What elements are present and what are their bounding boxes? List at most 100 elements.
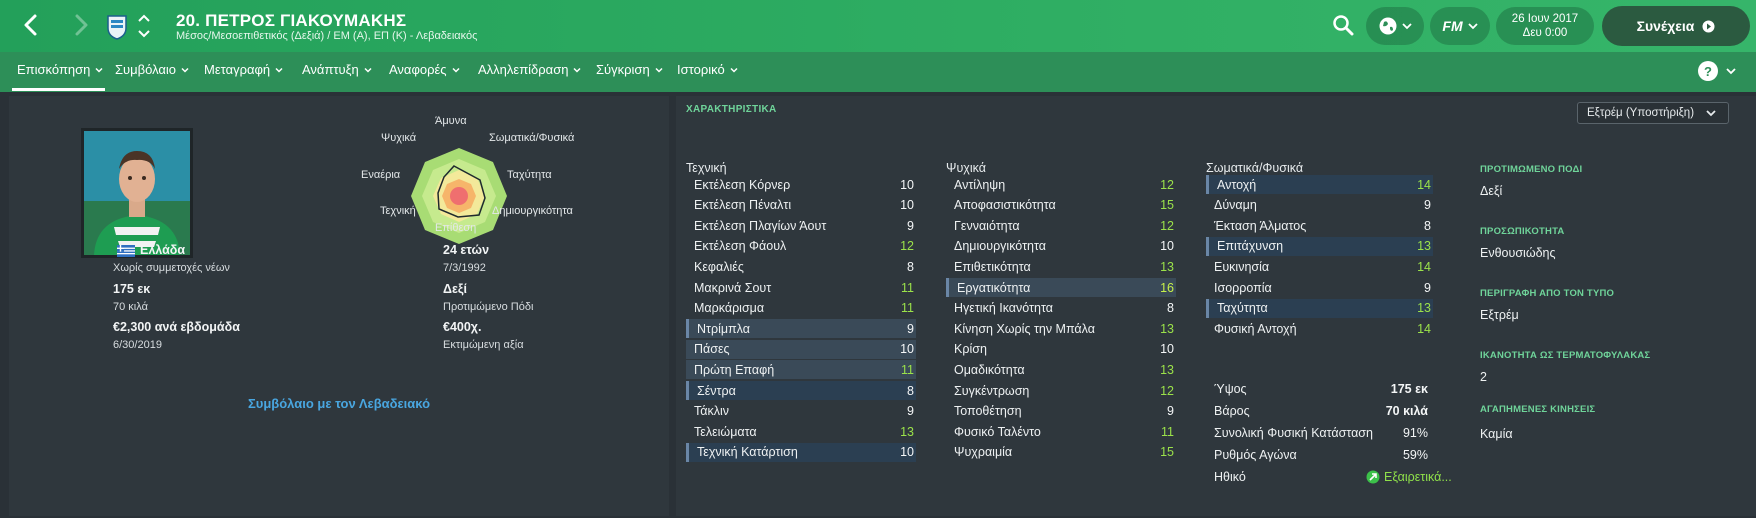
physical-attribute-row[interactable]: Επιτάχυνση 13 bbox=[1206, 236, 1433, 256]
mental-attribute-row[interactable]: Γενναιότητα 12 bbox=[946, 216, 1176, 235]
stat-height-value: 175 εκ bbox=[1390, 382, 1428, 396]
technical-attribute-row[interactable]: Σέντρα 8 bbox=[686, 381, 916, 400]
physical-attribute-row[interactable]: Αντοχή 14 bbox=[1206, 175, 1433, 194]
attribute-name: Έκταση Άλματος bbox=[1214, 218, 1307, 233]
technical-attribute-row[interactable]: Ντρίμπλα 9 bbox=[686, 319, 916, 339]
physical-header: Σωματικά/Φυσικά bbox=[1206, 161, 1304, 175]
help-icon[interactable]: ? bbox=[1698, 61, 1718, 81]
continue-button[interactable]: Συνέχεια bbox=[1602, 6, 1750, 46]
tab-transfer[interactable]: Μεταγραφή bbox=[204, 62, 283, 77]
technical-attribute-row[interactable]: Μαρκάρισμα 11 bbox=[686, 299, 916, 318]
tab-reports[interactable]: Αναφορές bbox=[389, 62, 460, 77]
technical-attribute-row[interactable]: Εκτέλεση Φάουλ 12 bbox=[686, 237, 916, 256]
attribute-value: 12 bbox=[1160, 177, 1174, 192]
role-select[interactable]: Εξτρέμ (Υποστήριξη) bbox=[1577, 102, 1729, 124]
attribute-value: 14 bbox=[1417, 259, 1431, 274]
tab-contract[interactable]: Συμβόλαιο bbox=[115, 62, 189, 77]
mental-attribute-row[interactable]: Συγκέντρωση 12 bbox=[946, 381, 1176, 400]
attribute-value: 10 bbox=[900, 342, 914, 357]
game-date-display[interactable]: 26 Ιουν 2017 Δευ 0:00 bbox=[1496, 7, 1594, 45]
personality-value[interactable]: Ενθουσιώδης bbox=[1480, 246, 1556, 260]
tab-overview[interactable]: Επισκόπηση bbox=[17, 62, 103, 77]
physical-attribute-row[interactable]: Δύναμη 9 bbox=[1206, 196, 1433, 215]
attribute-name: Ευκινησία bbox=[1214, 259, 1270, 274]
attribute-name: Εκτέλεση Πέναλτι bbox=[694, 198, 792, 213]
contract-link[interactable]: Συμβόλαιο με τον Λεβαδειακό bbox=[9, 396, 669, 411]
stat-morale-label: Ηθικό bbox=[1214, 470, 1246, 484]
technical-attribute-row[interactable]: Τάκλιν 9 bbox=[686, 402, 916, 421]
stat-morale[interactable]: Εξαιρετικά... bbox=[1366, 470, 1452, 484]
role-select-value: Εξτρέμ (Υποστήριξη) bbox=[1587, 107, 1695, 119]
forward-arrow-icon bbox=[75, 14, 88, 36]
chevron-down-icon bbox=[1467, 23, 1478, 30]
tab-interaction[interactable]: Αλληλεπίδραση bbox=[478, 62, 581, 77]
mental-attribute-row[interactable]: Επιθετικότητα 13 bbox=[946, 257, 1176, 276]
attribute-value: 8 bbox=[1424, 218, 1431, 233]
fm-menu-button[interactable]: FM bbox=[1430, 7, 1490, 45]
mental-attribute-row[interactable]: Κίνηση Χωρίς την Μπάλα 13 bbox=[946, 319, 1176, 338]
mental-attribute-row[interactable]: Ψυχραιμία 15 bbox=[946, 443, 1176, 462]
technical-attribute-row[interactable]: Πάσες 10 bbox=[686, 339, 916, 359]
mental-attribute-row[interactable]: Δημιουργικότητα 10 bbox=[946, 237, 1176, 256]
attribute-name: Αντίληψη bbox=[954, 177, 1006, 192]
club-badge-icon[interactable] bbox=[106, 14, 128, 40]
mental-attribute-row[interactable]: Ηγετική Ικανότητα 8 bbox=[946, 299, 1176, 318]
estimated-value: €400χ. bbox=[443, 320, 482, 334]
technical-attribute-row[interactable]: Μακρινά Σουτ 11 bbox=[686, 278, 916, 297]
chevron-down-icon bbox=[452, 67, 460, 73]
back-button[interactable] bbox=[18, 11, 46, 39]
preferred-moves-value[interactable]: Καμία bbox=[1480, 427, 1513, 441]
chevron-down-icon bbox=[573, 67, 581, 73]
mental-attribute-row[interactable]: Αποφασιστικότητα 15 bbox=[946, 196, 1176, 215]
tab-comparison[interactable]: Σύγκριση bbox=[596, 62, 663, 77]
mental-attribute-row[interactable]: Εργατικότητα 16 bbox=[946, 278, 1176, 297]
media-description-value[interactable]: Εξτρέμ bbox=[1480, 308, 1519, 322]
stat-weight-label: Βάρος bbox=[1214, 404, 1250, 418]
attribute-name: Ταχύτητα bbox=[1217, 301, 1268, 316]
physical-attribute-row[interactable]: Ταχύτητα 13 bbox=[1206, 298, 1433, 318]
mental-attribute-row[interactable]: Φυσικό Ταλέντο 11 bbox=[946, 422, 1176, 441]
technical-attribute-row[interactable]: Πρώτη Επαφή 11 bbox=[686, 360, 916, 380]
attribute-value: 9 bbox=[1167, 404, 1174, 419]
technical-attribute-row[interactable]: Τελειώματα 13 bbox=[686, 422, 916, 441]
forward-button[interactable] bbox=[66, 11, 94, 39]
media-description-heading: ΠΕΡΙΓΡΑΦΗ ΑΠΟ ΤΟΝ ΤΥΠΟ bbox=[1480, 288, 1615, 299]
preferred-moves-heading: ΑΓΑΠΗΜΕΝΕΣ ΚΙΝΗΣΕΙΣ bbox=[1480, 404, 1596, 415]
attribute-value: 13 bbox=[1417, 239, 1431, 254]
morale-arrow-icon bbox=[1366, 470, 1380, 484]
attribute-value: 12 bbox=[1160, 218, 1174, 233]
mental-attribute-row[interactable]: Κρίση 10 bbox=[946, 340, 1176, 359]
tab-development[interactable]: Ανάπτυξη bbox=[302, 62, 372, 77]
mental-attribute-row[interactable]: Ομαδικότητα 13 bbox=[946, 360, 1176, 379]
technical-attribute-row[interactable]: Εκτέλεση Πέναλτι 10 bbox=[686, 196, 916, 215]
search-button[interactable] bbox=[1332, 14, 1354, 36]
mental-attribute-row[interactable]: Τοποθέτηση 9 bbox=[946, 402, 1176, 421]
physical-attribute-row[interactable]: Φυσική Αντοχή 14 bbox=[1206, 319, 1433, 338]
attribute-value: 13 bbox=[1160, 259, 1174, 274]
nationality[interactable]: Ελλάδα bbox=[140, 243, 185, 257]
mental-attribute-row[interactable]: Αντίληψη 12 bbox=[946, 175, 1176, 194]
attribute-name: Ομαδικότητα bbox=[954, 362, 1025, 377]
search-icon bbox=[1333, 15, 1354, 36]
player-photo bbox=[81, 128, 193, 258]
technical-attribute-row[interactable]: Τεχνική Κατάρτιση 10 bbox=[686, 442, 916, 462]
radar-label-aerial: Εναέρια bbox=[361, 169, 401, 181]
player-switch-control[interactable] bbox=[136, 12, 152, 40]
physical-attribute-row[interactable]: Ισορροπία 9 bbox=[1206, 278, 1433, 297]
technical-attribute-row[interactable]: Κεφαλιές 8 bbox=[686, 257, 916, 276]
attribute-name: Ηγετική Ικανότητα bbox=[954, 301, 1053, 316]
tab-history[interactable]: Ιστορικό bbox=[677, 62, 738, 77]
attribute-name: Εργατικότητα bbox=[957, 280, 1031, 295]
chevron-down-icon[interactable] bbox=[1726, 66, 1736, 76]
technical-attribute-row[interactable]: Εκτέλεση Κόρνερ 10 bbox=[686, 175, 916, 194]
attribute-name: Δημιουργικότητα bbox=[954, 239, 1046, 254]
chevron-down-icon bbox=[181, 67, 189, 73]
world-menu-button[interactable] bbox=[1366, 7, 1424, 45]
physical-attribute-row[interactable]: Ευκινησία 14 bbox=[1206, 257, 1433, 276]
attribute-value: 13 bbox=[900, 424, 914, 439]
attribute-name: Τάκλιν bbox=[694, 404, 730, 419]
attribute-name: Επιθετικότητα bbox=[954, 259, 1031, 274]
technical-attribute-row[interactable]: Εκτέλεση Πλαγίων Άουτ 9 bbox=[686, 216, 916, 235]
physical-attribute-row[interactable]: Έκταση Άλματος 8 bbox=[1206, 216, 1433, 235]
attribute-value: 9 bbox=[1424, 198, 1431, 213]
